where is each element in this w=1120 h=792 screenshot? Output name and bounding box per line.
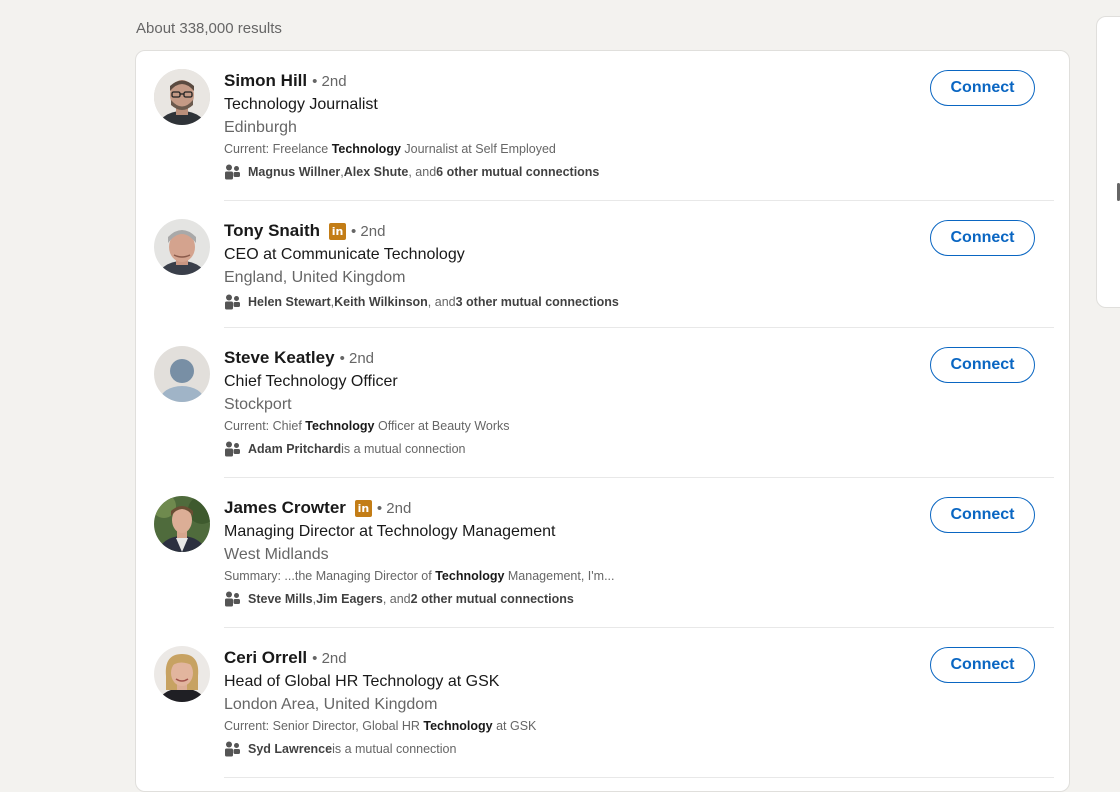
mutual-sep: , and xyxy=(382,592,411,606)
mutual-name: Steve Mills xyxy=(248,592,313,606)
mutual-name: Helen Stewart xyxy=(248,295,331,309)
snippet-text: at GSK xyxy=(492,719,537,733)
mutual-name: Syd Lawrence xyxy=(248,742,333,756)
snippet-text: Journalist at Self Employed xyxy=(400,142,556,156)
list-item: Simon Hill • 2nd Technology Journalist E… xyxy=(136,69,1069,219)
mutual-count: 3 other mutual connections xyxy=(455,295,619,309)
snippet-text: Current: Senior Director, Global HR xyxy=(224,719,424,733)
people-icon xyxy=(224,441,241,457)
avatar[interactable] xyxy=(154,69,210,125)
snippet-text: Current: Chief xyxy=(224,419,306,433)
avatar[interactable] xyxy=(154,219,210,275)
person-headline: Technology Journalist xyxy=(224,96,378,113)
linkedin-premium-icon: in xyxy=(354,499,372,517)
mutual-count: 6 other mutual connections xyxy=(436,165,600,179)
list-item: Steve Keatley • 2nd Chief Technology Off… xyxy=(136,346,1069,496)
connection-degree: • 2nd xyxy=(339,349,375,367)
linkedin-premium-icon: in xyxy=(329,222,347,240)
result-snippet: Current: Chief Technology Officer at Bea… xyxy=(224,418,904,434)
person-location: West Midlands xyxy=(224,546,329,563)
mutual-name: Alex Shute xyxy=(343,165,409,179)
mutual-connections[interactable]: Helen Stewart, Keith Wilkinson, and 3 ot… xyxy=(224,294,904,310)
mutual-sep: , and xyxy=(408,165,437,179)
divider xyxy=(224,777,1054,778)
people-icon xyxy=(224,294,241,310)
people-icon xyxy=(224,591,241,607)
avatar[interactable] xyxy=(154,646,210,702)
mutual-name: Jim Eagers xyxy=(316,592,383,606)
person-headline: Managing Director at Technology Manageme… xyxy=(224,523,556,540)
mutual-tail: is a mutual connection xyxy=(332,742,457,756)
connect-button[interactable]: Connect xyxy=(930,497,1035,533)
result-snippet: Summary: ...the Managing Director of Tec… xyxy=(224,568,904,584)
mutual-name: Magnus Willner xyxy=(248,165,341,179)
snippet-text: Management, I'm... xyxy=(504,569,615,583)
connection-degree: • 2nd xyxy=(312,649,347,667)
mutual-name: Keith Wilkinson xyxy=(334,295,428,309)
list-item: Ceri Orrell • 2nd Head of Global HR Tech… xyxy=(136,646,1069,791)
people-icon xyxy=(224,741,241,757)
avatar[interactable] xyxy=(154,496,210,552)
result-snippet: Current: Freelance Technology Journalist… xyxy=(224,141,904,157)
mutual-connections[interactable]: Magnus Willner, Alex Shute, and 6 other … xyxy=(224,164,904,180)
person-headline: Head of Global HR Technology at GSK xyxy=(224,673,500,690)
connect-button[interactable]: Connect xyxy=(930,70,1035,106)
mutual-name: Adam Pritchard xyxy=(248,442,342,456)
divider xyxy=(224,477,1054,478)
mutual-sep: , and xyxy=(427,295,456,309)
divider xyxy=(224,200,1054,201)
mutual-connections[interactable]: Steve Mills, Jim Eagers, and 2 other mut… xyxy=(224,591,904,607)
divider xyxy=(224,627,1054,628)
connection-degree: • 2nd xyxy=(351,222,386,240)
person-name[interactable]: Tony Snaith xyxy=(224,221,320,241)
person-location: Edinburgh xyxy=(224,119,297,136)
connect-button[interactable]: Connect xyxy=(930,220,1035,256)
person-name[interactable]: Simon Hill xyxy=(224,71,307,91)
connection-degree: • 2nd xyxy=(312,72,347,90)
person-headline: CEO at Communicate Technology xyxy=(224,246,465,263)
results-count: About 338,000 results xyxy=(136,20,282,37)
person-name[interactable]: James Crowter xyxy=(224,498,346,518)
connection-degree: • 2nd xyxy=(376,499,412,517)
connect-button[interactable]: Connect xyxy=(930,647,1035,683)
connect-button[interactable]: Connect xyxy=(930,347,1035,383)
result-snippet: Current: Senior Director, Global HR Tech… xyxy=(224,718,904,734)
person-location: Stockport xyxy=(224,396,292,413)
side-panel-card xyxy=(1096,16,1120,308)
snippet-highlight: Technology xyxy=(305,419,375,433)
snippet-text: Summary: ...the Managing Director of xyxy=(224,569,436,583)
search-results-list: Simon Hill • 2nd Technology Journalist E… xyxy=(135,50,1070,792)
snippet-text: Officer at Beauty Works xyxy=(374,419,510,433)
list-item: James Crowter in • 2nd Managing Director… xyxy=(136,496,1069,646)
snippet-highlight: Technology xyxy=(423,719,493,733)
person-headline: Chief Technology Officer xyxy=(224,373,398,390)
people-icon xyxy=(224,164,241,180)
person-location: London Area, United Kingdom xyxy=(224,696,438,713)
person-name[interactable]: Ceri Orrell xyxy=(224,648,307,668)
person-location: England, United Kingdom xyxy=(224,269,406,286)
mutual-connections[interactable]: Syd Lawrence is a mutual connection xyxy=(224,741,904,757)
divider xyxy=(224,327,1054,328)
snippet-highlight: Technology xyxy=(331,142,401,156)
person-name[interactable]: Steve Keatley xyxy=(224,348,335,368)
mutual-connections[interactable]: Adam Pritchard is a mutual connection xyxy=(224,441,904,457)
snippet-highlight: Technology xyxy=(435,569,505,583)
mutual-tail: is a mutual connection xyxy=(341,442,466,456)
snippet-text: Current: Freelance xyxy=(224,142,332,156)
mutual-count: 2 other mutual connections xyxy=(410,592,574,606)
default-avatar-icon[interactable] xyxy=(154,346,210,402)
